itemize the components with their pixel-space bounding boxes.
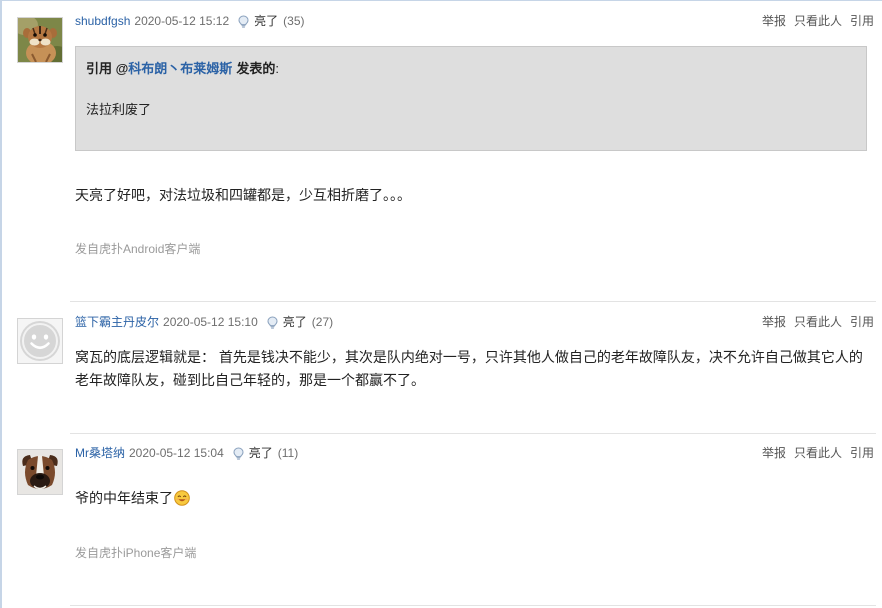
user-avatar[interactable] [17, 17, 63, 63]
client-source-link[interactable]: 发自虎扑iPhone客户端 [75, 545, 196, 561]
quote-colon: : [275, 61, 279, 76]
quote-reply-link[interactable]: 引用 [850, 314, 874, 330]
only-this-user-link[interactable]: 只看此人 [794, 445, 842, 461]
only-this-user-link[interactable]: 只看此人 [794, 13, 842, 29]
reply-content-text: 爷的中年结束了 [75, 490, 173, 506]
smile-emoji-icon [174, 490, 190, 506]
light-label: 亮了 [254, 14, 279, 28]
report-link[interactable]: 举报 [762, 13, 786, 29]
reply-post: shubdfgsh 2020-05-12 15:12 亮了 (35) 举报 只看… [0, 0, 882, 301]
reply-meta: 篮下霸主丹皮尔 2020-05-12 15:10 亮了 (27) [75, 314, 333, 330]
report-link[interactable]: 举报 [762, 445, 786, 461]
author-link[interactable]: shubdfgsh [75, 13, 130, 29]
reply-actions: 举报 只看此人 引用 [762, 13, 874, 29]
light-button[interactable]: 亮了 (11) [233, 445, 298, 461]
reply-content: 爷的中年结束了 [75, 487, 871, 510]
lightbulb-icon [238, 14, 249, 28]
lightbulb-icon [233, 446, 244, 460]
light-button[interactable]: 亮了 (27) [267, 314, 333, 330]
reply-content: 天亮了好吧，对法垃圾和四罐都是，少互相折磨了。。。 [75, 187, 411, 203]
post-time: 2020-05-12 15:10 [163, 315, 258, 329]
reply-post: 篮下霸主丹皮尔 2020-05-12 15:10 亮了 (27) 举报 只看此人… [0, 302, 882, 433]
reply-content: 窝瓦的底层逻辑就是： 首先是钱决不能少，其次是队内绝对一号，只许其他人做自己的老… [75, 349, 863, 388]
quote-suffix: 发表的 [236, 61, 276, 76]
report-link[interactable]: 举报 [762, 314, 786, 330]
user-avatar[interactable] [17, 449, 63, 495]
quoted-user-link[interactable]: 科布朗丶布莱姆斯 [128, 61, 232, 76]
light-count: (27) [311, 315, 334, 329]
light-button[interactable]: 亮了 (35) [238, 13, 305, 29]
reply-actions: 举报 只看此人 引用 [762, 445, 874, 461]
quote-prefix: 引用 @ [86, 61, 129, 76]
author-link[interactable]: 篮下霸主丹皮尔 [75, 314, 159, 330]
reply-meta: shubdfgsh 2020-05-12 15:12 亮了 (35) [75, 13, 305, 29]
reply-divider [70, 605, 876, 606]
light-count: (35) [283, 14, 305, 28]
post-time: 2020-05-12 15:12 [134, 14, 230, 28]
client-source-link[interactable]: 发自虎扑Android客户端 [75, 241, 200, 257]
quoted-post: 引用 @科布朗丶布莱姆斯 发表的: 法拉利废了 [75, 46, 867, 151]
reply-meta: Mr桑塔纳 2020-05-12 15:04 亮了 (11) [75, 445, 298, 461]
quote-reply-link[interactable]: 引用 [850, 445, 874, 461]
quote-text: 法拉利废了 [86, 102, 152, 117]
user-avatar[interactable] [17, 318, 63, 364]
post-time: 2020-05-12 15:04 [129, 446, 224, 460]
light-count: (11) [277, 446, 299, 460]
author-link[interactable]: Mr桑塔纳 [75, 445, 125, 461]
quote-reply-link[interactable]: 引用 [850, 13, 874, 29]
lightbulb-icon [267, 315, 278, 329]
only-this-user-link[interactable]: 只看此人 [794, 314, 842, 330]
light-label: 亮了 [282, 315, 307, 329]
reply-post: Mr桑塔纳 2020-05-12 15:04 亮了 (11) 举报 只看此人 引… [0, 434, 882, 605]
quote-header: 引用 @科布朗丶布莱姆斯 发表的: [86, 60, 279, 78]
reply-actions: 举报 只看此人 引用 [762, 314, 874, 330]
light-label: 亮了 [248, 446, 273, 460]
